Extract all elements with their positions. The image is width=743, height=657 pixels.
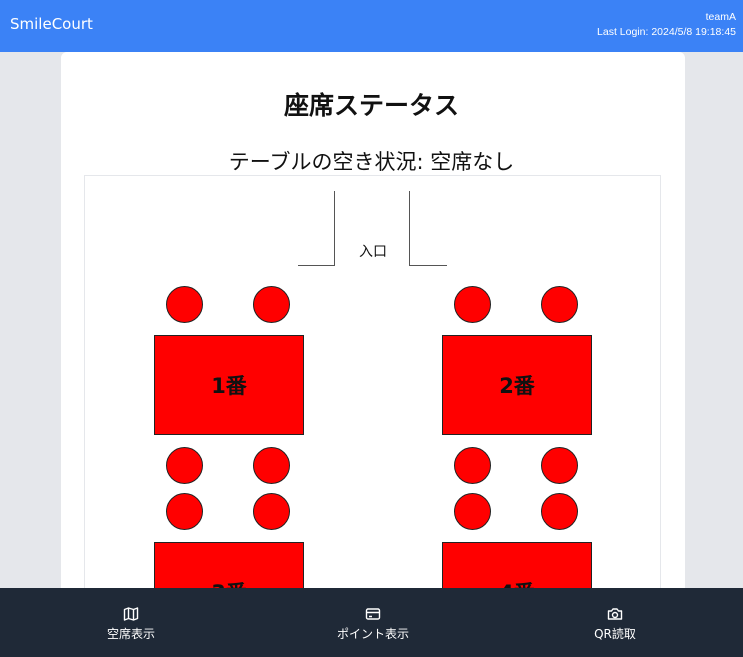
map-icon	[71, 606, 191, 622]
nav-qr-scan[interactable]: QR読取	[555, 606, 675, 642]
seat[interactable]	[253, 447, 290, 484]
last-login: Last Login: 2024/5/8 19:18:45	[597, 26, 736, 38]
nav-seat-availability[interactable]: 空席表示	[71, 606, 191, 642]
seat[interactable]	[541, 286, 578, 323]
seat[interactable]	[541, 447, 578, 484]
bottom-nav: 空席表示 ポイント表示 QR読取	[0, 588, 743, 657]
table-label: 1番	[211, 374, 247, 398]
seat[interactable]	[454, 286, 491, 323]
seat[interactable]	[166, 493, 203, 530]
table-label: 2番	[499, 374, 535, 398]
entrance-wall-left	[334, 191, 335, 266]
seat[interactable]	[253, 286, 290, 323]
nav-label: QR読取	[594, 627, 636, 641]
nav-label: ポイント表示	[336, 627, 409, 641]
seat[interactable]	[454, 447, 491, 484]
entrance-wall-right-base	[409, 265, 447, 266]
user-name: teamA	[705, 11, 736, 23]
seat[interactable]	[454, 493, 491, 530]
entrance-wall-right	[409, 191, 410, 266]
availability-status: テーブルの空き状況: 空席なし	[228, 150, 515, 174]
entrance-label: 入口	[359, 244, 387, 260]
seat[interactable]	[166, 286, 203, 323]
table-1[interactable]: 1番	[154, 335, 304, 435]
nav-points[interactable]: ポイント表示	[313, 606, 433, 642]
nav-label: 空席表示	[106, 627, 155, 641]
seat[interactable]	[166, 447, 203, 484]
app-name[interactable]: SmileCourt	[10, 15, 93, 33]
page-title: 座席ステータス	[283, 91, 459, 120]
seat[interactable]	[253, 493, 290, 530]
top-bar: SmileCourt teamA Last Login: 2024/5/8 19…	[0, 0, 743, 52]
table-2[interactable]: 2番	[442, 335, 592, 435]
user-info: teamA Last Login: 2024/5/8 19:18:45	[597, 10, 736, 40]
card-icon	[313, 606, 433, 622]
camera-icon	[555, 606, 675, 622]
seat[interactable]	[541, 493, 578, 530]
entrance-wall-left-base	[298, 265, 335, 266]
